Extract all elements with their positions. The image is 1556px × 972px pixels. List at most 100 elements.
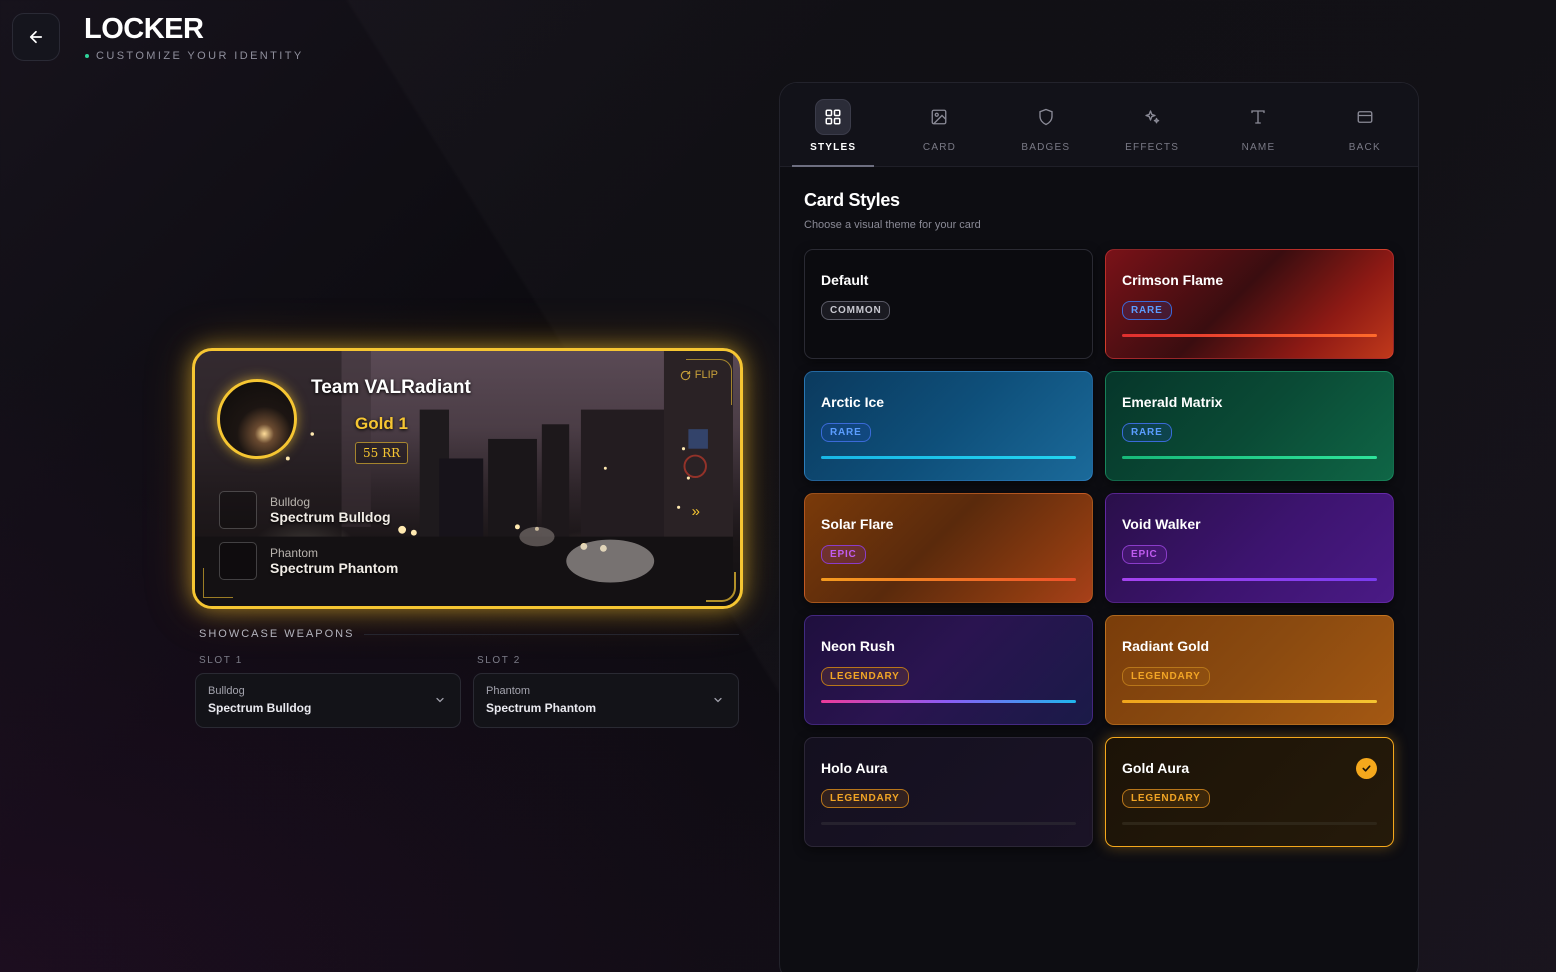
style-name: Default bbox=[821, 272, 869, 288]
card-weapon-row: Bulldog Spectrum Bulldog bbox=[219, 491, 391, 529]
tab-card[interactable]: CARD bbox=[886, 83, 992, 166]
card-corner-decoration bbox=[686, 359, 732, 405]
avatar bbox=[217, 379, 297, 459]
weapon-name: Spectrum Phantom bbox=[270, 560, 399, 576]
style-name: Gold Aura bbox=[1122, 760, 1190, 776]
tab-label: BACK bbox=[1348, 142, 1381, 153]
sparkles-icon bbox=[1145, 110, 1160, 124]
style-option-emerald-matrix[interactable]: Emerald Matrix RARE bbox=[1105, 371, 1394, 481]
card-corner-decoration bbox=[706, 572, 736, 602]
slot-weapon-type: Phantom bbox=[486, 685, 531, 697]
slot-weapon-name: Spectrum Phantom bbox=[486, 701, 597, 715]
tab-bar: STYLES CARD BADGES EFFECTS NAME BACK bbox=[780, 83, 1418, 167]
slot-weapon-name: Spectrum Bulldog bbox=[208, 701, 312, 715]
style-option-default[interactable]: Default COMMON bbox=[804, 249, 1093, 359]
rr-badge: 55 RR bbox=[355, 442, 409, 464]
style-accent-bar bbox=[1122, 334, 1377, 337]
card-back-icon bbox=[1357, 111, 1373, 123]
style-option-neon-rush[interactable]: Neon Rush LEGENDARY bbox=[804, 615, 1093, 725]
tab-label: EFFECTS bbox=[1125, 142, 1180, 153]
chevron-down-icon bbox=[436, 697, 444, 703]
style-accent-bar bbox=[821, 578, 1076, 581]
rarity-badge: LEGENDARY bbox=[821, 789, 909, 808]
chevron-down-icon bbox=[714, 697, 722, 703]
style-option-void-walker[interactable]: Void Walker EPIC bbox=[1105, 493, 1394, 603]
page-title: LOCKER bbox=[84, 13, 204, 45]
style-name: Arctic Ice bbox=[821, 394, 885, 410]
tab-label: CARD bbox=[922, 142, 957, 153]
style-name: Radiant Gold bbox=[1122, 638, 1210, 654]
style-option-arctic-ice[interactable]: Arctic Ice RARE bbox=[804, 371, 1093, 481]
slot-1-label: SLOT 1 bbox=[199, 655, 243, 666]
rank-label: Gold 1 bbox=[355, 414, 408, 433]
style-option-gold-aura[interactable]: Gold Aura LEGENDARY bbox=[1105, 737, 1394, 847]
style-accent-bar bbox=[821, 822, 1076, 825]
section-subtitle: Choose a visual theme for your card bbox=[804, 219, 981, 231]
tab-label: NAME bbox=[1241, 142, 1276, 153]
style-option-crimson-flame[interactable]: Crimson Flame RARE bbox=[1105, 249, 1394, 359]
rarity-badge: RARE bbox=[1122, 423, 1172, 442]
page-subtitle: CUSTOMIZE YOUR IDENTITY bbox=[85, 50, 304, 62]
rarity-badge: LEGENDARY bbox=[1122, 667, 1210, 686]
style-name: Solar Flare bbox=[821, 516, 894, 532]
rarity-badge: EPIC bbox=[1122, 545, 1167, 564]
grid-icon bbox=[825, 109, 841, 125]
selected-check-icon bbox=[1356, 758, 1377, 779]
weapon-type: Phantom bbox=[270, 546, 319, 560]
tab-back[interactable]: BACK bbox=[1312, 83, 1418, 166]
weapon-thumbnail bbox=[219, 542, 257, 580]
rarity-badge: COMMON bbox=[821, 301, 891, 320]
showcase-heading-text: SHOWCASE WEAPONS bbox=[199, 628, 355, 640]
rarity-badge: RARE bbox=[821, 423, 871, 442]
slot-weapon-type: Bulldog bbox=[208, 685, 245, 697]
image-icon bbox=[932, 109, 947, 125]
rarity-badge: RARE bbox=[1122, 301, 1172, 320]
player-card-preview[interactable]: Team VALRadiant Gold 1 55 RR FLIP » Bull… bbox=[192, 348, 743, 609]
type-icon bbox=[1251, 110, 1266, 124]
weapon-thumbnail bbox=[219, 491, 257, 529]
divider bbox=[364, 633, 739, 635]
slot-2-select[interactable]: Phantom Spectrum Phantom bbox=[473, 673, 739, 728]
chevrons-right-icon[interactable]: » bbox=[692, 503, 700, 520]
tab-badges[interactable]: BADGES bbox=[993, 83, 1099, 166]
back-button[interactable] bbox=[12, 13, 60, 61]
flip-button[interactable]: FLIP bbox=[680, 369, 718, 381]
style-name: Void Walker bbox=[1122, 516, 1201, 532]
weapon-type: Bulldog bbox=[270, 495, 311, 509]
status-dot bbox=[85, 54, 89, 58]
style-accent-bar bbox=[821, 700, 1076, 703]
weapon-name: Spectrum Bulldog bbox=[270, 509, 391, 525]
style-name: Crimson Flame bbox=[1122, 272, 1224, 288]
style-accent-bar bbox=[1122, 578, 1377, 581]
style-name: Emerald Matrix bbox=[1122, 394, 1223, 410]
page-subtitle-text: CUSTOMIZE YOUR IDENTITY bbox=[96, 50, 304, 62]
flip-label: FLIP bbox=[694, 369, 718, 381]
card-weapon-row: Phantom Spectrum Phantom bbox=[219, 542, 398, 580]
customization-panel: STYLES CARD BADGES EFFECTS NAME BACK Car… bbox=[779, 82, 1419, 972]
arrow-left-icon bbox=[29, 30, 43, 44]
style-accent-bar bbox=[1122, 456, 1377, 459]
player-name: Team VALRadiant bbox=[311, 377, 471, 398]
style-name: Neon Rush bbox=[821, 638, 895, 654]
slot-2-label: SLOT 2 bbox=[477, 655, 521, 666]
tab-effects[interactable]: EFFECTS bbox=[1099, 83, 1205, 166]
showcase-heading: SHOWCASE WEAPONS bbox=[199, 628, 739, 640]
rotate-icon bbox=[680, 370, 690, 380]
shield-icon bbox=[1039, 108, 1053, 126]
tab-name[interactable]: NAME bbox=[1205, 83, 1311, 166]
style-accent-bar bbox=[821, 456, 1076, 459]
style-option-solar-flare[interactable]: Solar Flare EPIC bbox=[804, 493, 1093, 603]
tab-styles[interactable]: STYLES bbox=[780, 83, 886, 167]
tab-label: BADGES bbox=[1021, 142, 1071, 153]
style-accent-bar bbox=[1122, 700, 1377, 703]
style-name: Holo Aura bbox=[821, 760, 888, 776]
rarity-badge: LEGENDARY bbox=[1122, 789, 1210, 808]
rarity-badge: EPIC bbox=[821, 545, 866, 564]
style-option-radiant-gold[interactable]: Radiant Gold LEGENDARY bbox=[1105, 615, 1394, 725]
slot-1-select[interactable]: Bulldog Spectrum Bulldog bbox=[195, 673, 461, 728]
style-option-holo-aura[interactable]: Holo Aura LEGENDARY bbox=[804, 737, 1093, 847]
style-accent-bar bbox=[1122, 822, 1377, 825]
rarity-badge: LEGENDARY bbox=[821, 667, 909, 686]
tab-label: STYLES bbox=[810, 142, 857, 153]
section-title: Card Styles bbox=[804, 190, 900, 210]
